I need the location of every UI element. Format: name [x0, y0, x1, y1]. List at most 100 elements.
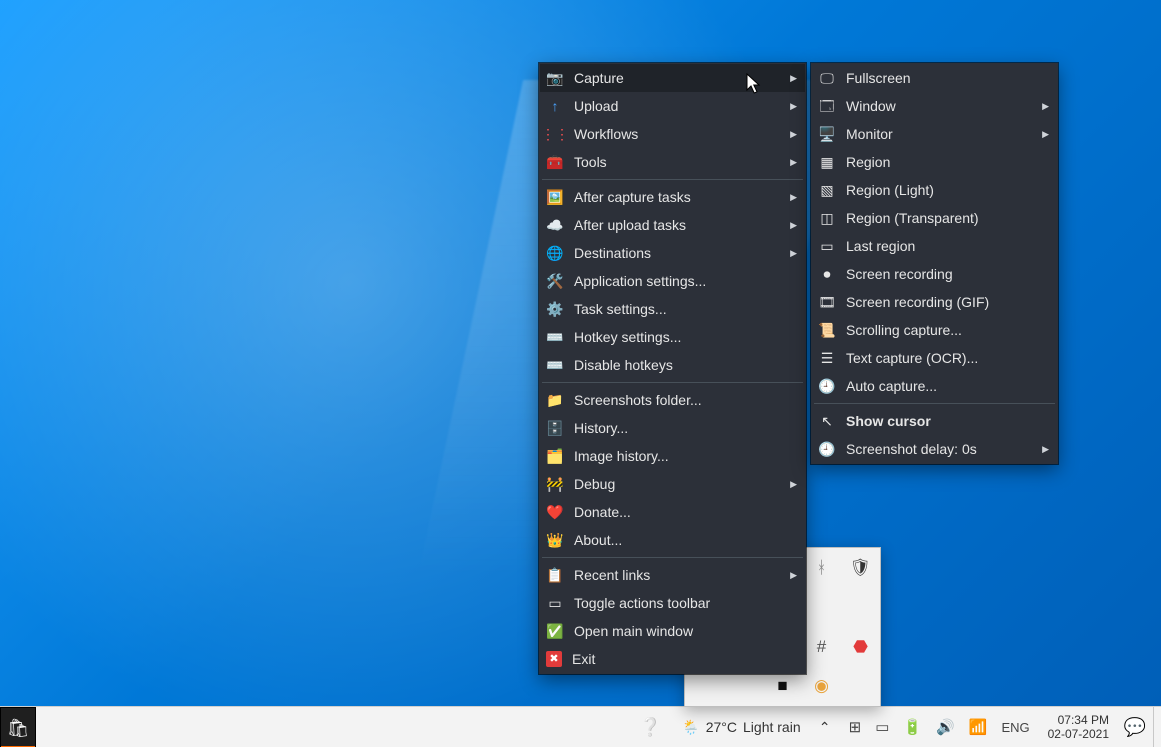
menu-item-label: Monitor — [846, 126, 1032, 142]
menu-item-hotkey-settings[interactable]: ⌨️Hotkey settings... — [540, 323, 805, 351]
menu-item-tools[interactable]: 🧰Tools▶ — [540, 148, 805, 176]
destinations-icon: 🌐 — [546, 244, 564, 262]
menu-item-label: Screenshots folder... — [574, 392, 797, 408]
text-capture-ocr--icon: ☰ — [818, 349, 836, 367]
menu-item-screen-recording-gif[interactable]: 🎞Screen recording (GIF) — [812, 288, 1057, 316]
menu-item-scrolling-capture[interactable]: 📜Scrolling capture... — [812, 316, 1057, 344]
after-upload-tasks-icon: ☁️ — [546, 216, 564, 234]
expressvpn-icon[interactable]: ⬣ — [849, 635, 873, 659]
menu-item-exit[interactable]: ✖Exit — [540, 645, 805, 673]
menu-item-screenshots-folder[interactable]: 📁Screenshots folder... — [540, 386, 805, 414]
menu-separator — [814, 403, 1055, 404]
menu-item-after-upload-tasks[interactable]: ☁️After upload tasks▶ — [540, 211, 805, 239]
weather-widget[interactable]: 🌦️ 27°C Light rain — [672, 707, 810, 747]
menu-item-open-main-window[interactable]: ✅Open main window — [540, 617, 805, 645]
show-desktop-handle[interactable] — [1153, 707, 1161, 747]
menu-item-after-capture-tasks[interactable]: 🖼️ After capture tasks ▶ — [540, 183, 805, 211]
submenu-chevron-icon: ▶ — [790, 248, 797, 259]
slack-icon[interactable]: # — [810, 635, 834, 659]
menu-item-history[interactable]: 🗄️History... — [540, 414, 805, 442]
menu-item-recent-links[interactable]: 📋Recent links▶ — [540, 561, 805, 589]
menu-item-label: Screenshot delay: 0s — [846, 441, 1032, 457]
wifi-icon[interactable]: 📶 — [969, 718, 988, 736]
menu-separator — [542, 179, 803, 180]
hotkey-settings--icon: ⌨️ — [546, 328, 564, 346]
menu-item-label: Debug — [574, 476, 780, 492]
menu-item-label: About... — [574, 532, 797, 548]
taskbar-clock[interactable]: 07:34 PM 02-07-2021 — [1040, 707, 1117, 747]
menu-item-fullscreen[interactable]: 🖵Fullscreen — [812, 64, 1057, 92]
submenu-chevron-icon: ▶ — [1042, 101, 1049, 112]
empty — [693, 674, 717, 698]
submenu-chevron-icon: ▶ — [790, 73, 797, 84]
system-tray: ⊞ ▭ 🔋 🔊 📶 ENG — [839, 707, 1040, 747]
menu-item-show-cursor[interactable]: ↖Show cursor — [812, 407, 1057, 435]
submenu-chevron-icon: ▶ — [790, 192, 797, 203]
empty — [810, 595, 834, 619]
about--icon: 👑 — [546, 531, 564, 549]
menu-item-label: Region (Light) — [846, 182, 1049, 198]
sharex-context-menu: 📷Capture▶↑Upload▶⋮⋮Workflows▶🧰Tools▶🖼️Af… — [539, 63, 806, 674]
menu-item-disable-hotkeys[interactable]: ⌨️Disable hotkeys — [540, 351, 805, 379]
volume-icon[interactable]: 🔊 — [936, 718, 955, 736]
menu-item-toggle-actions-toolbar[interactable]: ▭Toggle actions toolbar — [540, 589, 805, 617]
menu-item-label: Destinations — [574, 245, 780, 261]
show-cursor-icon: ↖ — [818, 412, 836, 430]
screen-recording-gif--icon: 🎞 — [818, 293, 836, 311]
menu-item-destinations[interactable]: 🌐 Destinations ▶ — [540, 239, 805, 267]
empty — [849, 674, 873, 698]
tray-overflow-button[interactable]: ⌃ — [811, 707, 839, 747]
empty — [732, 674, 756, 698]
onedrive-icon[interactable]: ▭ — [875, 718, 889, 736]
donate--icon: ❤️ — [546, 503, 564, 521]
submenu-chevron-icon: ▶ — [790, 101, 797, 112]
nvidia-icon[interactable]: ■ — [771, 674, 795, 698]
language-indicator[interactable]: ENG — [1001, 720, 1029, 735]
menu-item-screenshot-delay-0s[interactable]: 🕘Screenshot delay: 0s▶ — [812, 435, 1057, 463]
submenu-chevron-icon: ▶ — [1042, 129, 1049, 140]
menu-item-region[interactable]: ▦Region — [812, 148, 1057, 176]
microsoft-store-taskbar-button[interactable]: 🛍 — [0, 707, 36, 747]
menu-item-capture[interactable]: 📷Capture▶ — [540, 64, 805, 92]
menu-item-label: After capture tasks — [574, 189, 780, 205]
disable-hotkeys-icon: ⌨️ — [546, 356, 564, 374]
battery-icon[interactable]: 🔋 — [903, 718, 922, 736]
menu-item-screen-recording[interactable]: ⏺Screen recording — [812, 260, 1057, 288]
monitor-icon: 🖥️ — [818, 125, 836, 143]
menu-separator — [542, 382, 803, 383]
defender-icon[interactable]: 🛡 — [849, 556, 873, 580]
menu-item-label: Screen recording — [846, 266, 1049, 282]
menu-item-last-region[interactable]: ▭Last region — [812, 232, 1057, 260]
meet-now-icon[interactable]: ⊞ — [849, 718, 862, 736]
menu-item-application-settings[interactable]: 🛠️Application settings... — [540, 267, 805, 295]
bluetooth-icon[interactable]: ᚼ — [810, 556, 834, 580]
menu-item-about[interactable]: 👑 About... — [540, 526, 805, 554]
submenu-chevron-icon: ▶ — [790, 570, 797, 581]
menu-separator — [542, 557, 803, 558]
menu-item-label: Open main window — [574, 623, 797, 639]
menu-item-region-transparent[interactable]: ◫Region (Transparent) — [812, 204, 1057, 232]
menu-item-label: Capture — [574, 70, 780, 86]
after-capture-tasks-icon: 🖼️ — [546, 188, 564, 206]
menu-item-window[interactable]: 🗔Window▶ — [812, 92, 1057, 120]
chrome-icon[interactable]: ◉ — [810, 674, 834, 698]
menu-item-text-capture-ocr[interactable]: ☰Text capture (OCR)... — [812, 344, 1057, 372]
menu-item-auto-capture[interactable]: 🕘Auto capture... — [812, 372, 1057, 400]
action-center-button[interactable]: 💬 — [1117, 707, 1153, 747]
menu-item-label: Workflows — [574, 126, 780, 142]
menu-item-upload[interactable]: ↑Upload▶ — [540, 92, 805, 120]
menu-item-image-history[interactable]: 🗂️Image history... — [540, 442, 805, 470]
menu-item-task-settings[interactable]: ⚙️Task settings... — [540, 295, 805, 323]
menu-item-donate[interactable]: ❤️Donate... — [540, 498, 805, 526]
exit-icon: ✖ — [546, 651, 562, 667]
menu-item-label: Application settings... — [574, 273, 797, 289]
help-taskbar-button[interactable]: ❔ — [628, 707, 672, 747]
menu-item-region-light[interactable]: ▧Region (Light) — [812, 176, 1057, 204]
menu-item-monitor[interactable]: 🖥️ Monitor ▶ — [812, 120, 1057, 148]
fullscreen-icon: 🖵 — [818, 69, 836, 87]
menu-item-workflows[interactable]: ⋮⋮Workflows▶ — [540, 120, 805, 148]
menu-item-label: After upload tasks — [574, 217, 780, 233]
submenu-chevron-icon: ▶ — [790, 129, 797, 140]
menu-item-debug[interactable]: 🚧Debug▶ — [540, 470, 805, 498]
image-history--icon: 🗂️ — [546, 447, 564, 465]
